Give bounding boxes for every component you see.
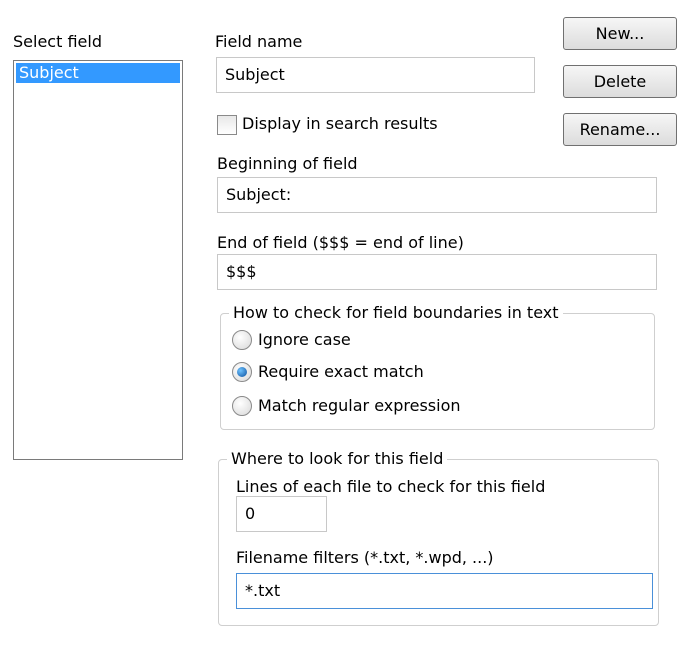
display-in-results-label: Display in search results [242, 114, 438, 133]
display-in-results-checkbox-row[interactable]: Display in search results [217, 114, 457, 136]
boundaries-legend: How to check for field boundaries in tex… [229, 303, 563, 323]
filename-filters-input[interactable]: *.txt [236, 573, 653, 609]
field-listbox[interactable]: Subject [13, 60, 183, 460]
rename-button[interactable]: Rename... [563, 113, 677, 146]
new-button[interactable]: New... [563, 17, 677, 50]
end-of-field-input[interactable]: $$$ [217, 254, 657, 290]
where-legend: Where to look for this field [227, 449, 448, 469]
radio-exact-match[interactable]: Require exact match [232, 360, 492, 384]
filename-filters-label: Filename filters (*.txt, *.wpd, ...) [236, 548, 494, 567]
end-of-field-label: End of field ($$$ = end of line) [217, 233, 464, 252]
radio-exact-match-label: Require exact match [258, 362, 424, 381]
field-name-label: Field name [215, 32, 303, 51]
radio-ignore-case[interactable]: Ignore case [232, 328, 492, 352]
beginning-of-field-label: Beginning of field [217, 154, 358, 173]
radio-regex[interactable]: Match regular expression [232, 394, 512, 418]
lines-to-check-input[interactable]: 0 [236, 496, 327, 532]
radio-ignore-case-label: Ignore case [258, 330, 351, 349]
display-in-results-checkbox[interactable] [217, 115, 237, 135]
radio-ignore-case-button[interactable] [232, 330, 252, 350]
select-field-label: Select field [13, 32, 102, 51]
radio-regex-button[interactable] [232, 396, 252, 416]
field-name-input[interactable]: Subject [216, 57, 535, 93]
delete-button[interactable]: Delete [563, 65, 677, 98]
list-item[interactable]: Subject [16, 63, 180, 83]
beginning-of-field-input[interactable]: Subject: [217, 177, 657, 213]
radio-regex-label: Match regular expression [258, 396, 461, 415]
lines-to-check-label: Lines of each file to check for this fie… [236, 477, 546, 496]
radio-exact-match-button[interactable] [232, 362, 252, 382]
